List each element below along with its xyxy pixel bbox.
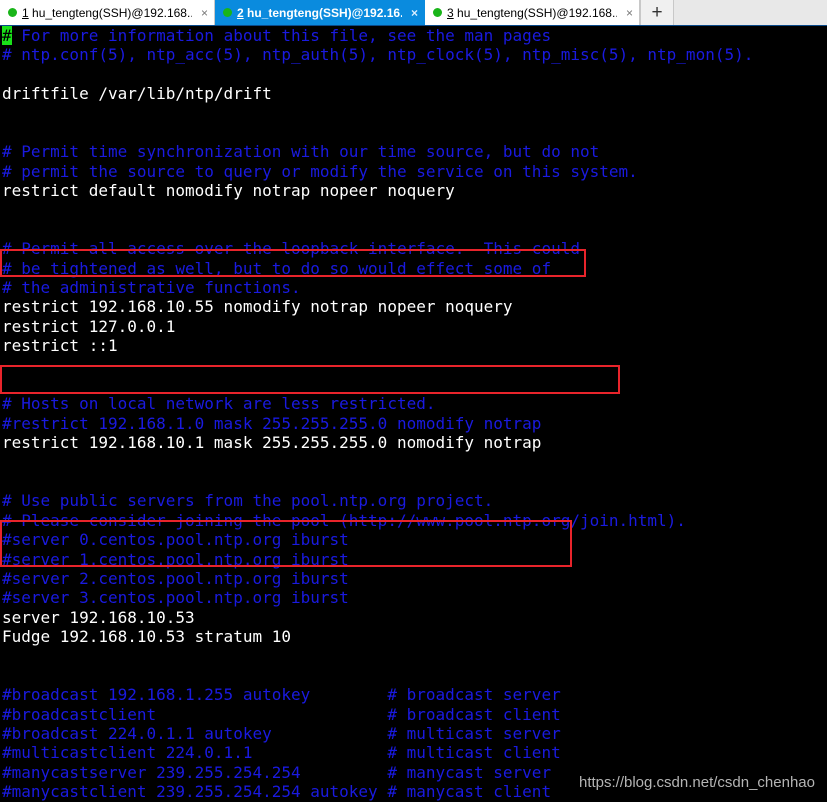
close-icon[interactable]: ×: [622, 7, 633, 19]
terminal-tab-1[interactable]: 1 hu_tengteng(SSH)@192.168.... ×: [0, 0, 215, 25]
tab-label: 1 hu_tengteng(SSH)@192.168....: [22, 6, 192, 20]
terminal-line: #multicastclient 224.0.1.1 # multicast c…: [2, 743, 561, 763]
tab-label: 3 hu_tengteng(SSH)@192.168....: [447, 6, 617, 20]
tab-title: hu_tengteng(SSH)@192.168....: [453, 5, 617, 20]
terminal-line: # Use public servers from the pool.ntp.o…: [2, 491, 494, 511]
terminal-line: restrict 127.0.0.1: [2, 316, 176, 336]
terminal-line: #broadcast 224.0.1.1 autokey # multicast…: [2, 724, 561, 744]
terminal-line: restrict default nomodify notrap nopeer …: [2, 181, 455, 201]
connection-status-icon: [8, 8, 17, 17]
terminal-screen[interactable]: # For more information about this file, …: [0, 26, 827, 801]
terminal-line-text: For more information about this file, se…: [11, 26, 552, 45]
terminal-line: # Hosts on local network are less restri…: [2, 394, 436, 414]
terminal-line: # the administrative functions.: [2, 278, 301, 298]
terminal-line: #server 0.centos.pool.ntp.org iburst: [2, 530, 349, 550]
tab-index: 2: [237, 5, 244, 20]
close-icon[interactable]: ×: [407, 7, 418, 19]
terminal-line: restrict 192.168.10.1 mask 255.255.255.0…: [2, 433, 542, 453]
tab-bar: 1 hu_tengteng(SSH)@192.168.... × 2 hu_te…: [0, 0, 827, 26]
terminal-tab-2[interactable]: 2 hu_tengteng(SSH)@192.16... ×: [215, 0, 425, 25]
terminal-line: #restrict 192.168.1.0 mask 255.255.255.0…: [2, 413, 542, 433]
watermark-text: https://blog.csdn.net/csdn_chenhao: [578, 774, 815, 791]
terminal-line: # For more information about this file, …: [0, 26, 753, 45]
terminal-cursor: #: [2, 26, 12, 45]
terminal-line: # Permit all access over the loopback in…: [2, 239, 580, 259]
terminal-line: restrict ::1: [2, 336, 118, 356]
terminal-line: #broadcast 192.168.1.255 autokey # broad…: [2, 685, 561, 705]
terminal-line: restrict 192.168.10.55 nomodify notrap n…: [2, 297, 513, 317]
new-tab-button[interactable]: +: [640, 0, 674, 25]
terminal-line: # Permit time synchronization with our t…: [2, 142, 600, 162]
terminal-line: #broadcastclient # broadcast client: [2, 704, 561, 724]
terminal-line: # ntp.conf(5), ntp_acc(5), ntp_auth(5), …: [2, 45, 754, 65]
connection-status-icon: [433, 8, 442, 17]
terminal-line: driftfile /var/lib/ntp/drift: [2, 84, 272, 104]
terminal-line: # permit the source to query or modify t…: [2, 161, 638, 181]
close-icon[interactable]: ×: [197, 7, 208, 19]
terminal-tab-3[interactable]: 3 hu_tengteng(SSH)@192.168.... ×: [425, 0, 640, 25]
tab-title: hu_tengteng(SSH)@192.16...: [243, 5, 402, 20]
tab-index: 1: [22, 5, 29, 20]
terminal-line: #server 3.centos.pool.ntp.org iburst: [2, 588, 349, 608]
terminal-line: #server 2.centos.pool.ntp.org iburst: [2, 568, 349, 588]
terminal-line: server 192.168.10.53: [2, 607, 195, 627]
terminal-line: Fudge 192.168.10.53 stratum 10: [2, 627, 291, 647]
tab-title: hu_tengteng(SSH)@192.168....: [28, 5, 192, 20]
connection-status-icon: [223, 8, 232, 17]
terminal-line: # Please consider joining the pool (http…: [2, 510, 686, 530]
tab-index: 3: [447, 5, 454, 20]
terminal-text-area: # For more information about this file, …: [0, 26, 753, 801]
tab-bar-filler: [674, 0, 827, 25]
terminal-line: #server 1.centos.pool.ntp.org iburst: [2, 549, 349, 569]
tab-label: 2 hu_tengteng(SSH)@192.16...: [237, 6, 402, 20]
terminal-line: # be tightened as well, but to do so wou…: [2, 258, 552, 278]
